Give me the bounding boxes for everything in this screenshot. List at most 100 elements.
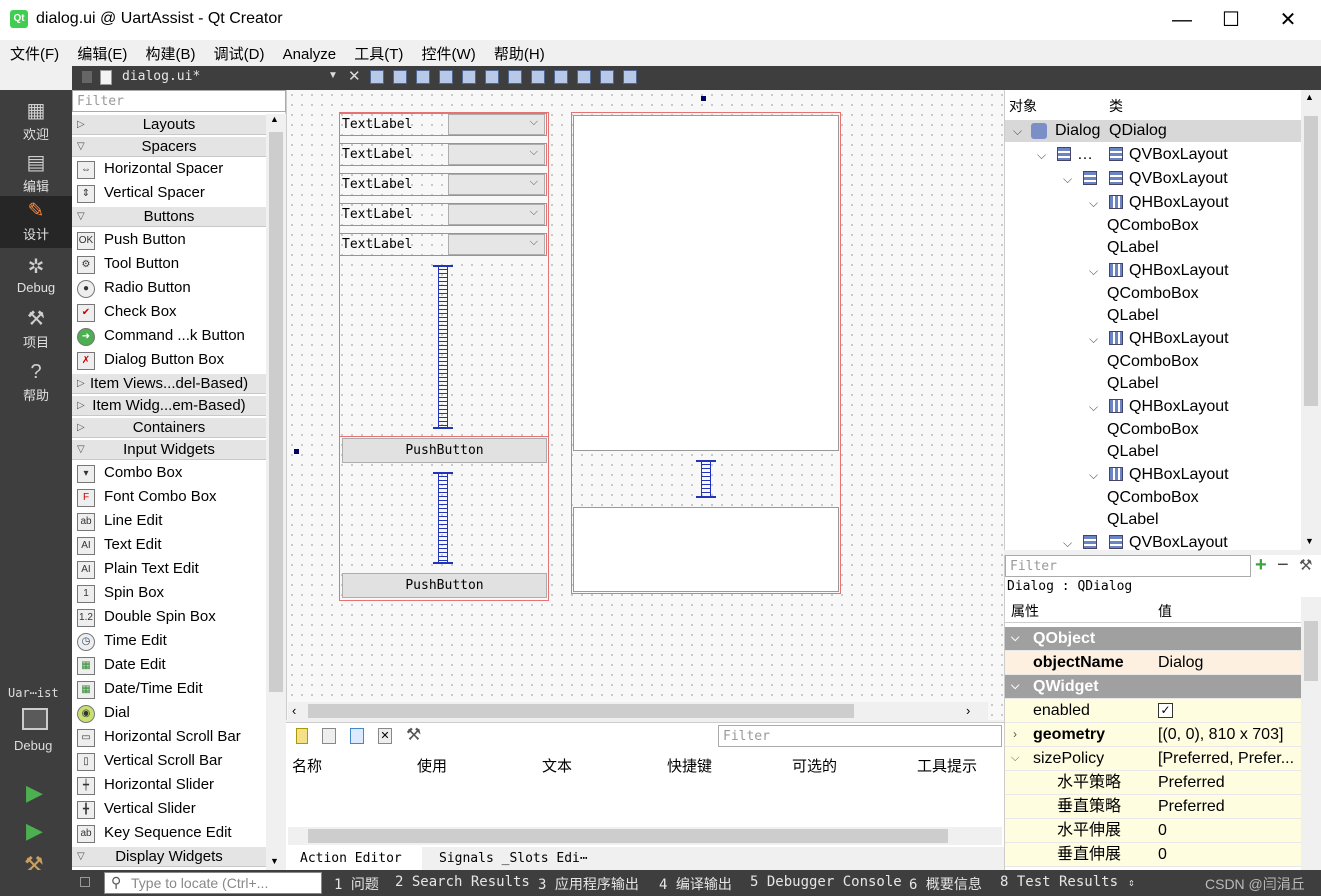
widget-text-edit[interactable]: AI Text Edit: [72, 534, 266, 558]
pane-search-results[interactable]: 2 Search Results: [395, 874, 530, 890]
expand-arrow-icon[interactable]: ⌵: [1063, 172, 1072, 187]
widget-box-scrollbar[interactable]: ▲ ▼: [266, 114, 286, 870]
widget-tool-button[interactable]: ⚙ Tool Button: [72, 253, 266, 277]
vertical-spacer[interactable]: [433, 472, 453, 564]
expand-arrow-icon[interactable]: ⌵: [1089, 468, 1098, 483]
column-checkable[interactable]: 可选的: [792, 755, 837, 776]
category-item-views[interactable]: ▷ Item Views...del-Based): [72, 373, 266, 394]
copy-action-icon[interactable]: [322, 728, 336, 744]
close-document-icon[interactable]: ✕: [348, 67, 361, 85]
scroll-thumb[interactable]: [1304, 621, 1318, 681]
scroll-down-icon[interactable]: ▼: [270, 856, 279, 866]
kit-config[interactable]: Debug: [14, 738, 52, 753]
layout-horizontal-icon[interactable]: [462, 70, 476, 84]
category-input-widgets[interactable]: ▽ Input Widgets: [72, 439, 266, 460]
open-file-name[interactable]: dialog.ui*: [122, 69, 200, 84]
new-action-icon[interactable]: [296, 728, 308, 744]
chevron-down-icon[interactable]: ⌵: [1011, 747, 1019, 770]
toggle-sidebar-icon[interactable]: [80, 877, 90, 887]
tree-class-name[interactable]: QVBoxLayout: [1129, 144, 1228, 166]
property-value[interactable]: [(0, 0), 810 x 703]: [1158, 723, 1283, 746]
action-filter-input[interactable]: Filter: [718, 725, 1002, 747]
property-vpolicy[interactable]: 垂直策略 Preferred: [1005, 795, 1301, 819]
minimize-button[interactable]: —: [1162, 6, 1202, 34]
tree-object-name[interactable]: Dialog: [1055, 120, 1100, 142]
expand-arrow-icon[interactable]: ⌵: [1063, 536, 1072, 551]
text-label[interactable]: TextLabel: [342, 117, 412, 132]
scroll-thumb[interactable]: [308, 704, 854, 718]
menu-edit[interactable]: 编辑(E): [77, 40, 127, 64]
menu-file[interactable]: 文件(F): [10, 40, 59, 64]
widget-font-combo-box[interactable]: F Font Combo Box: [72, 486, 266, 510]
push-button[interactable]: PushButton: [342, 573, 547, 598]
property-value[interactable]: [Preferred, Prefer...: [1158, 747, 1294, 770]
category-item-widgets[interactable]: ▷ Item Widg...em-Based): [72, 395, 266, 416]
property-hpolicy[interactable]: 水平策略 Preferred: [1005, 771, 1301, 795]
section-qwidget[interactable]: ⌵ QWidget: [1005, 675, 1301, 699]
widget-plain-text-edit[interactable]: AI Plain Text Edit: [72, 558, 266, 582]
layout-h-splitter-icon[interactable]: [508, 70, 522, 84]
mode-projects[interactable]: ⚒ 项目: [0, 304, 72, 356]
widget-horizontal-scroll-bar[interactable]: ▭ Horizontal Scroll Bar: [72, 726, 266, 750]
action-h-scrollbar[interactable]: [288, 827, 1002, 845]
property-value[interactable]: Preferred: [1158, 771, 1225, 794]
tab-action-editor[interactable]: Action Editor: [300, 851, 402, 866]
widget-check-box[interactable]: ✔ Check Box: [72, 301, 266, 325]
property-value[interactable]: Preferred: [1158, 795, 1225, 818]
text-label[interactable]: TextLabel: [342, 207, 412, 222]
chevron-right-icon[interactable]: ›: [1013, 723, 1017, 746]
debug-run-icon[interactable]: ▶: [26, 818, 43, 844]
property-value[interactable]: Dialog: [1158, 651, 1203, 674]
column-class[interactable]: 类: [1109, 96, 1123, 116]
tree-class-name[interactable]: QVBoxLayout: [1129, 168, 1228, 190]
scroll-up-icon[interactable]: ▲: [1305, 92, 1314, 102]
edit-signals-icon[interactable]: [393, 70, 407, 84]
form-canvas[interactable]: TextLabel ⌵ TextLabel ⌵ TextLabel ⌵ Text…: [286, 90, 1004, 720]
scroll-thumb[interactable]: [1304, 116, 1318, 406]
tree-class-name[interactable]: QLabel: [1107, 441, 1159, 463]
widget-combo-box[interactable]: ▾ Combo Box: [72, 462, 266, 486]
canvas-h-scrollbar[interactable]: ‹ ›: [288, 702, 988, 720]
layout-form-icon[interactable]: [554, 70, 568, 84]
mode-design[interactable]: ✎ 设计: [0, 196, 72, 248]
tree-class-name[interactable]: QComboBox: [1107, 283, 1199, 305]
pane-compile-output[interactable]: 4 编译输出: [659, 874, 732, 894]
widget-datetime-edit[interactable]: ▦ Date/Time Edit: [72, 678, 266, 702]
menu-tools[interactable]: 工具(T): [354, 40, 403, 64]
combo-box[interactable]: ⌵: [448, 114, 545, 135]
mode-welcome[interactable]: ▦ 欢迎: [0, 96, 72, 148]
section-qobject[interactable]: ⌵ QObject: [1005, 627, 1301, 651]
column-tooltip[interactable]: 工具提示: [917, 755, 977, 776]
combo-box[interactable]: ⌵: [448, 144, 545, 165]
widget-horizontal-spacer[interactable]: ⇔ Horizontal Spacer: [72, 158, 266, 182]
property-scrollbar[interactable]: [1301, 597, 1321, 870]
scroll-down-icon[interactable]: ▼: [1305, 536, 1314, 546]
widget-horizontal-slider[interactable]: ┿ Horizontal Slider: [72, 774, 266, 798]
tree-object-name[interactable]: …: [1077, 144, 1093, 166]
widget-key-sequence-edit[interactable]: ab Key Sequence Edit: [72, 822, 266, 846]
monitor-icon[interactable]: [22, 708, 48, 730]
tree-class-name[interactable]: QLabel: [1107, 373, 1159, 395]
pane-menu-arrows-icon[interactable]: ⇕: [1128, 876, 1135, 889]
widget-vertical-slider[interactable]: ╋ Vertical Slider: [72, 798, 266, 822]
property-enabled[interactable]: enabled ✓: [1005, 699, 1301, 723]
tree-class-name[interactable]: QComboBox: [1107, 419, 1199, 441]
pane-app-output[interactable]: 3 应用程序输出: [538, 874, 639, 894]
tree-class-name[interactable]: QVBoxLayout: [1129, 532, 1228, 554]
run-icon[interactable]: ▶: [26, 780, 43, 806]
combo-box[interactable]: ⌵: [448, 174, 545, 195]
widget-double-spin-box[interactable]: 1.2 Double Spin Box: [72, 606, 266, 630]
expand-arrow-icon[interactable]: ⌵: [1089, 332, 1098, 347]
pane-test-results[interactable]: 8 Test Results: [1000, 874, 1118, 890]
maximize-button[interactable]: ☐: [1211, 6, 1251, 34]
widget-date-edit[interactable]: ▦ Date Edit: [72, 654, 266, 678]
pane-debugger-console[interactable]: 5 Debugger Console: [750, 874, 902, 890]
category-spacers[interactable]: ▽ Spacers: [72, 136, 266, 157]
widget-spin-box[interactable]: 1 Spin Box: [72, 582, 266, 606]
layout-vertical-icon[interactable]: [485, 70, 499, 84]
expand-arrow-icon[interactable]: ⌵: [1089, 264, 1098, 279]
edit-tab-order-icon[interactable]: [439, 70, 453, 84]
property-geometry[interactable]: › geometry [(0, 0), 810 x 703]: [1005, 723, 1301, 747]
tree-class-name[interactable]: QLabel: [1107, 509, 1159, 531]
mode-help[interactable]: ? 帮助: [0, 357, 72, 409]
